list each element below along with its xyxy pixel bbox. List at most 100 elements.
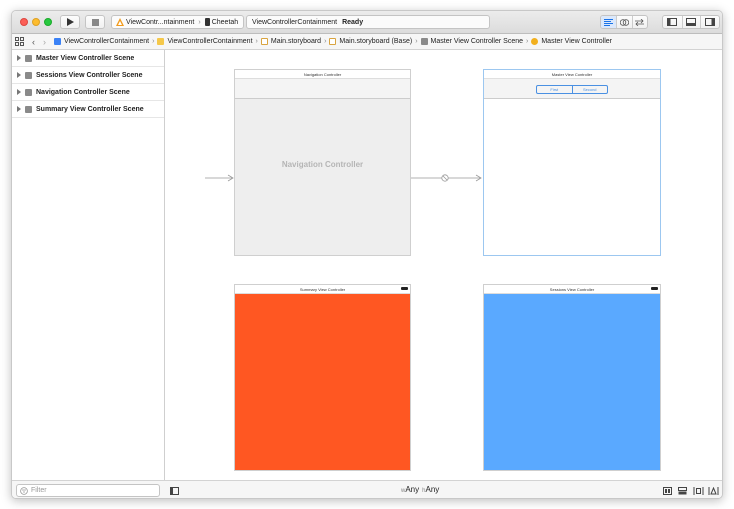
outline-scene-master[interactable]: Master View Controller Scene bbox=[12, 50, 164, 67]
outline-filter-field[interactable]: Filter bbox=[16, 484, 160, 497]
venn-icon bbox=[619, 18, 629, 26]
storyboard-file-icon bbox=[329, 38, 337, 45]
outline-scene-summary[interactable]: Summary View Controller Scene bbox=[12, 101, 164, 118]
embed-in-stack-icon[interactable] bbox=[663, 487, 672, 495]
scheme-name: ViewContr...ntainment bbox=[126, 18, 195, 26]
align-icon[interactable] bbox=[678, 487, 687, 495]
filter-icon bbox=[20, 486, 28, 495]
scheme-selector[interactable]: ViewContr...ntainment › Cheetah bbox=[111, 15, 244, 29]
view-toggle-segmented[interactable] bbox=[662, 15, 720, 29]
toolbar: ViewContr...ntainment › Cheetah ViewCont… bbox=[12, 11, 722, 34]
scene-title: Summary View Controller bbox=[235, 285, 410, 294]
resolve-auto-layout-icon[interactable] bbox=[708, 487, 719, 495]
toggle-debug-area-button[interactable] bbox=[681, 16, 701, 28]
back-arrow-icon[interactable]: ‹ bbox=[32, 37, 35, 47]
scene-title: Navigation Controller bbox=[235, 70, 410, 79]
navigation-bar: First Second bbox=[484, 79, 660, 99]
disclosure-triangle-icon[interactable] bbox=[17, 72, 21, 78]
segment-second[interactable]: Second bbox=[573, 86, 608, 93]
toggle-navigator-button[interactable] bbox=[663, 16, 682, 28]
disclosure-triangle-icon[interactable] bbox=[17, 106, 21, 112]
play-icon bbox=[67, 18, 74, 26]
bottom-panel-icon bbox=[686, 18, 697, 26]
jumpbar-label: ViewControllerContainment bbox=[167, 38, 253, 45]
jumpbar-item-controller[interactable]: Master View Controller bbox=[531, 38, 612, 45]
scene-icon bbox=[25, 105, 32, 113]
close-window-button[interactable] bbox=[20, 18, 28, 26]
document-outline: Master View Controller Scene Sessions Vi… bbox=[12, 50, 165, 480]
standard-editor-button[interactable] bbox=[601, 16, 617, 28]
assistant-editor-button[interactable] bbox=[616, 16, 631, 28]
root-view-controller-segue[interactable] bbox=[411, 174, 483, 182]
battery-icon bbox=[651, 287, 658, 290]
scene-title: Sessions View Controller bbox=[484, 285, 660, 294]
battery-icon bbox=[401, 287, 408, 290]
device-icon bbox=[204, 18, 210, 26]
chevron-right-icon: › bbox=[255, 38, 258, 45]
jumpbar-label: Main.storyboard bbox=[270, 38, 322, 45]
storyboard-file-icon bbox=[260, 38, 268, 45]
size-class-control[interactable]: w Any h Any bbox=[401, 485, 439, 494]
segment-first[interactable]: First bbox=[537, 86, 573, 93]
sessions-view-controller-scene[interactable]: Sessions View Controller bbox=[483, 284, 661, 471]
outline-scene-sessions[interactable]: Sessions View Controller Scene bbox=[12, 67, 164, 84]
chevron-right-icon: › bbox=[415, 38, 418, 45]
jumpbar-label: Master View Controller Scene bbox=[430, 38, 523, 45]
right-panel-icon bbox=[705, 18, 716, 26]
chevron-right-icon: › bbox=[198, 18, 201, 26]
disclosure-triangle-icon[interactable] bbox=[17, 55, 21, 61]
toggle-utilities-button[interactable] bbox=[700, 16, 719, 28]
zoom-window-button[interactable] bbox=[44, 18, 52, 26]
minimize-window-button[interactable] bbox=[32, 18, 40, 26]
master-view-controller-scene[interactable]: Master View Controller First Second bbox=[483, 69, 661, 256]
version-editor-button[interactable] bbox=[631, 16, 647, 28]
scene-label: Master View Controller Scene bbox=[36, 54, 135, 62]
scene-label: Summary View Controller Scene bbox=[36, 105, 144, 113]
scene-icon bbox=[420, 38, 428, 45]
app-target-icon bbox=[116, 18, 124, 26]
forward-arrow-icon[interactable]: › bbox=[43, 37, 46, 47]
pin-icon[interactable] bbox=[693, 487, 704, 495]
editor-mode-segmented[interactable] bbox=[600, 15, 648, 29]
navigation-bar bbox=[235, 79, 410, 99]
scene-icon bbox=[25, 71, 32, 79]
stop-button[interactable] bbox=[85, 15, 105, 29]
run-button[interactable] bbox=[60, 15, 80, 29]
chevron-right-icon: › bbox=[526, 38, 529, 45]
chevron-right-icon: › bbox=[324, 38, 327, 45]
toggle-outline-icon[interactable] bbox=[170, 487, 179, 495]
jumpbar-label: Master View Controller bbox=[541, 38, 613, 45]
width-class: Any bbox=[405, 485, 420, 494]
jumpbar-item-storyboard-base[interactable]: Main.storyboard (Base) bbox=[329, 38, 412, 45]
xcode-window: ViewContr...ntainment › Cheetah ViewCont… bbox=[11, 10, 723, 499]
scene-label: Navigation Controller Scene bbox=[36, 88, 130, 96]
navigation-controller-scene[interactable]: Navigation Controller Navigation Control… bbox=[234, 69, 411, 256]
outline-scene-navigation[interactable]: Navigation Controller Scene bbox=[12, 84, 164, 101]
jump-bar: ‹ › ViewControllerContainment › ViewCont… bbox=[12, 34, 722, 50]
project-file-icon bbox=[54, 38, 61, 45]
chevron-right-icon: › bbox=[152, 38, 155, 45]
nav-controller-placeholder-label: Navigation Controller bbox=[281, 160, 364, 169]
jumpbar-item-folder[interactable]: ViewControllerContainment bbox=[157, 38, 253, 45]
height-class: Any bbox=[425, 485, 440, 494]
storyboard-canvas[interactable]: Navigation Controller Navigation Control… bbox=[165, 50, 722, 480]
activity-project: ViewControllerContainment bbox=[252, 18, 338, 26]
jumpbar-item-storyboard[interactable]: Main.storyboard bbox=[260, 38, 322, 45]
folder-icon bbox=[157, 38, 165, 45]
scene-icon bbox=[25, 54, 32, 62]
segmented-control[interactable]: First Second bbox=[536, 85, 608, 94]
summary-view-controller-scene[interactable]: Summary View Controller bbox=[234, 284, 411, 471]
scene-label: Sessions View Controller Scene bbox=[36, 71, 143, 79]
view-controller-icon bbox=[531, 38, 539, 45]
scene-icon bbox=[25, 88, 32, 96]
jumpbar-item-project[interactable]: ViewControllerContainment bbox=[54, 38, 149, 45]
filter-placeholder: Filter bbox=[31, 487, 47, 494]
lines-icon bbox=[604, 18, 614, 26]
activity-status: Ready bbox=[342, 18, 364, 26]
disclosure-triangle-icon[interactable] bbox=[17, 89, 21, 95]
related-items-grid-icon[interactable] bbox=[15, 37, 24, 46]
stop-icon bbox=[91, 18, 99, 26]
bottom-bar: Filter w Any h Any bbox=[12, 480, 722, 498]
jumpbar-item-scene[interactable]: Master View Controller Scene bbox=[420, 38, 523, 45]
scene-title: Master View Controller bbox=[484, 70, 660, 79]
